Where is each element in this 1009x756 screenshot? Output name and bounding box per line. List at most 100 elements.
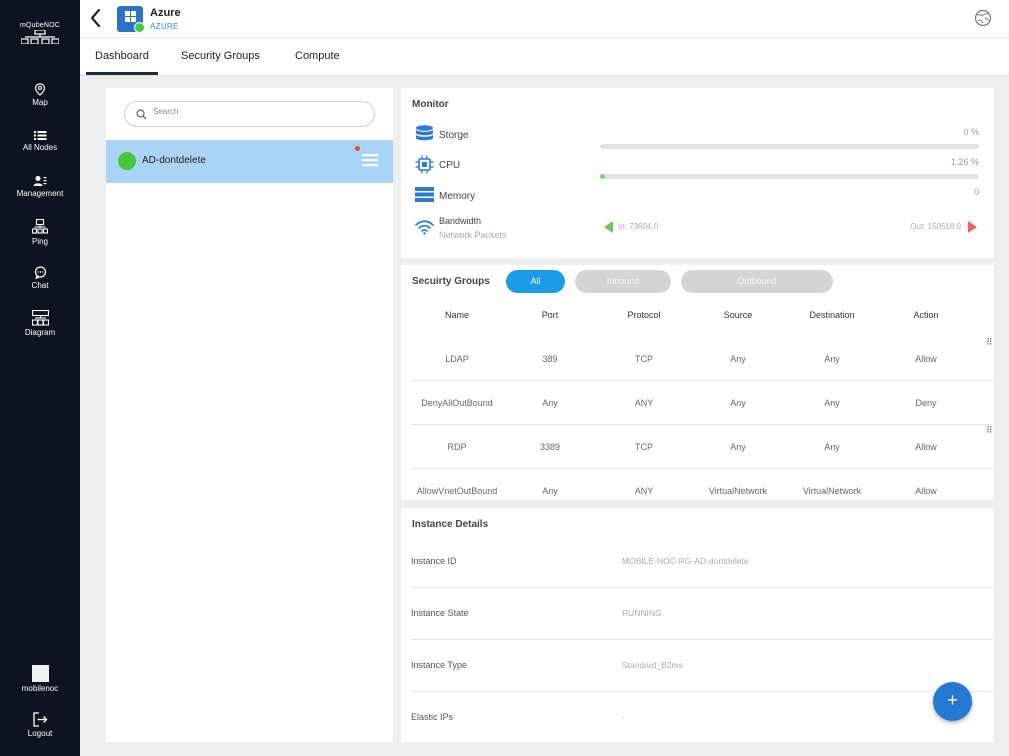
memory-label: Memory [439, 191, 476, 202]
cell-protocol: TCP [635, 442, 653, 452]
cell-source: Any [730, 398, 746, 408]
memory-value: 0 [973, 187, 979, 197]
page-title: Azure [150, 7, 181, 19]
node-list-panel: AD-dontdelete [106, 88, 393, 742]
cell-port: Any [542, 486, 558, 496]
cell-source: VirtualNetwork [708, 486, 768, 496]
node-menu-button[interactable] [362, 152, 378, 168]
hamburger-menu-icon [362, 154, 378, 167]
cell-destination: Any [824, 442, 840, 452]
sidebar-item-label: Map [32, 98, 48, 107]
monitor-card: Monitor Storge 0 % CPU 1.26 % Memory 0 B… [401, 88, 994, 258]
drag-handle-icon[interactable]: ⠿ [986, 425, 993, 436]
cpu-chip-icon [415, 155, 434, 174]
instance-detail-row: Elastic IPs - [411, 692, 994, 744]
sidebar-item-map[interactable]: Map [0, 83, 80, 107]
back-button[interactable] [88, 7, 104, 29]
instance-detail-row: Instance ID MOBILE-NOC-RG-AD-dontdelete [411, 536, 994, 588]
azure-app-icon [117, 6, 145, 33]
cell-name: LDAP [445, 354, 469, 364]
windows-icon [125, 11, 136, 22]
column-header: Destination [809, 310, 855, 320]
sidebar-item-user[interactable]: mobilenoc [0, 665, 80, 693]
security-groups-table-header: Name Port Protocol Source Destination Ac… [411, 310, 994, 324]
column-header: Protocol [627, 310, 661, 320]
table-row[interactable]: LDAP 389 TCP Any Any Allow ⠿ [411, 337, 994, 381]
cell-port: Any [542, 398, 558, 408]
drag-handle-icon[interactable]: ⠿ [986, 337, 993, 348]
cell-port: 389 [542, 354, 558, 364]
cpu-label: CPU [439, 160, 461, 171]
memory-icon [415, 187, 434, 202]
cell-destination: Any [824, 354, 840, 364]
network-packets-label: Network Packets [439, 230, 507, 240]
sidebar-item-all-nodes[interactable]: All Nodes [0, 130, 80, 152]
tab-compute[interactable]: Compute [295, 50, 340, 62]
cell-action: Allow [915, 354, 937, 364]
cell-source: Any [730, 354, 746, 364]
logout-label: Logout [27, 729, 53, 738]
cell-action: Deny [915, 398, 937, 408]
security-groups-title: Secuirty Groups [412, 276, 490, 287]
instance-type-value: Standard_B2ms [622, 660, 683, 670]
user-label: mobilenoc [21, 684, 59, 693]
filter-inbound-button[interactable]: Inbound [575, 270, 671, 293]
instance-details-card: Instance Details Instance ID MOBILE-NOC-… [401, 508, 994, 742]
instance-details-title: Instance Details [412, 519, 489, 530]
cell-destination: VirtualNetwork [802, 486, 862, 496]
cell-source: Any [730, 442, 746, 452]
chat-icon [34, 266, 46, 279]
plus-icon: + [947, 690, 958, 710]
user-management-icon [33, 176, 47, 186]
instance-id-label: Instance ID [411, 556, 457, 566]
table-row[interactable]: RDP 3389 TCP Any Any Allow ⠿ [411, 425, 994, 469]
tab-dashboard[interactable]: Dashboard [86, 50, 158, 75]
storage-value: 0 % [963, 127, 979, 137]
database-icon [416, 125, 433, 141]
globe-button[interactable] [974, 9, 992, 27]
cell-port: 3389 [539, 442, 561, 452]
add-button[interactable]: + [933, 682, 972, 721]
cell-protocol: ANY [634, 398, 654, 408]
avatar [31, 665, 49, 682]
bandwidth-in-value: In: 73604.0 [618, 222, 659, 231]
tab-security-groups[interactable]: Security Groups [181, 50, 260, 62]
search-input[interactable] [153, 107, 353, 116]
column-header: Action [913, 310, 939, 320]
elastic-ips-value: - [622, 712, 625, 722]
list-icon [33, 131, 46, 140]
sidebar-item-chat[interactable]: Chat [0, 266, 80, 290]
sidebar-item-management[interactable]: Management [0, 175, 80, 198]
instance-state-label: Instance State [411, 608, 469, 618]
wifi-icon [415, 220, 434, 235]
bandwidth-label: Bandwidth [439, 216, 482, 226]
cell-name: RDP [447, 442, 467, 452]
sidebar-item-label: Ping [31, 237, 48, 246]
filter-outbound-button[interactable]: Outbound [681, 270, 833, 293]
bandwidth-out-value: Out: 150516.0 [910, 222, 961, 231]
logout-button[interactable]: Logout [0, 712, 80, 738]
search-box[interactable] [124, 101, 375, 127]
inbound-arrow-icon [604, 221, 613, 233]
node-name: AD-dontdelete [142, 155, 206, 166]
table-row[interactable]: DenyAllOutBound Any ANY Any Any Deny [411, 381, 994, 425]
column-header: Source [723, 310, 753, 320]
cell-action: Allow [915, 442, 937, 452]
instance-id-value: MOBILE-NOC-RG-AD-dontdelete [622, 556, 749, 566]
storage-progress-bar [600, 144, 979, 149]
monitor-title: Monitor [412, 99, 449, 110]
sidebar-item-diagram[interactable]: Diagram [0, 310, 80, 337]
column-header: Port [541, 310, 559, 320]
elastic-ips-label: Elastic IPs [411, 712, 454, 722]
node-list-item[interactable]: AD-dontdelete [106, 140, 393, 183]
cell-destination: Any [824, 398, 840, 408]
sidebar-item-ping[interactable]: Ping [0, 219, 80, 246]
table-row[interactable]: AllowVnetOutBound Any ANY VirtualNetwork… [411, 469, 994, 500]
cpu-progress-fill [600, 174, 605, 179]
cell-name: DenyAllOutBound [421, 398, 493, 408]
memory-row: Memory [415, 186, 975, 208]
filter-all-button[interactable]: All [506, 270, 565, 293]
sidebar-item-label: Management [16, 189, 64, 198]
online-status-dot [134, 22, 145, 33]
notification-dot [355, 146, 360, 151]
